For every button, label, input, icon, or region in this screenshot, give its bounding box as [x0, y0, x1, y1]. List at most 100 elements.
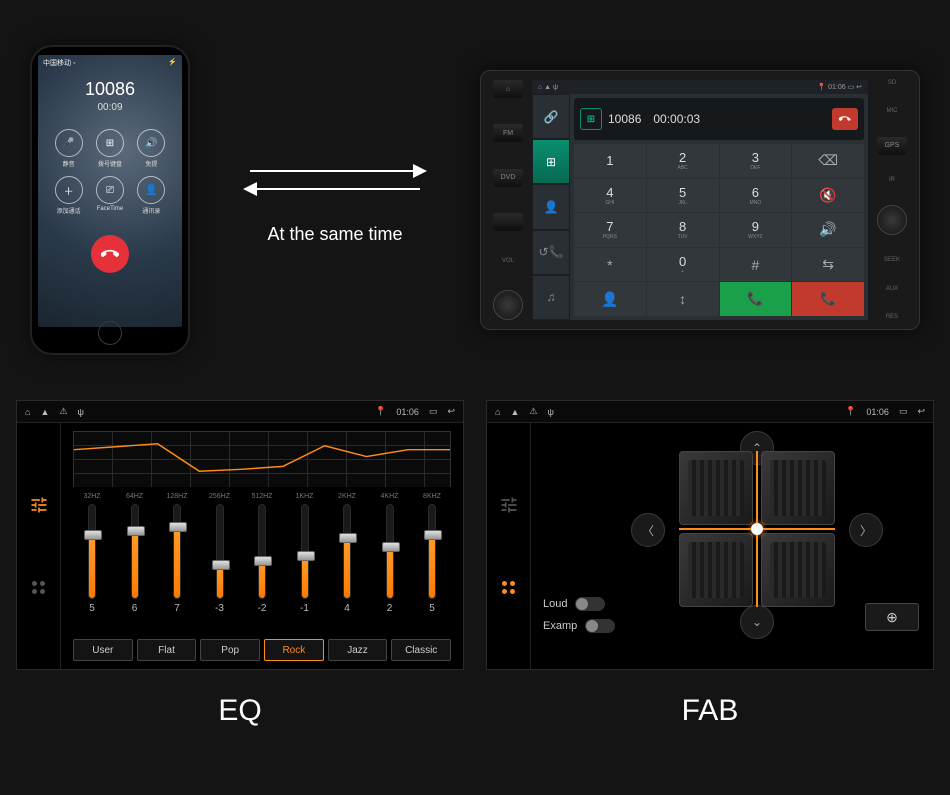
phone-add-call-button[interactable]: ＋ [55, 176, 83, 204]
hu-fm-button[interactable]: FM [493, 124, 523, 142]
fab-device: ⌂ ▲ ⚠ ψ 📍 01:06 ▭ ↩ [486, 400, 934, 670]
eq-slider-0[interactable] [88, 504, 96, 599]
hu-dvd-button[interactable]: DVD [493, 169, 523, 187]
hu-key-15[interactable]: ⇆ [792, 248, 864, 282]
hu-call-display: ⊞ 10086 00:00:03 [574, 98, 864, 140]
hu-key-16[interactable]: 👤 [574, 282, 646, 316]
warning-icon: ⚠ [529, 406, 537, 417]
eq-slider-8[interactable] [428, 504, 436, 599]
hu-key-11[interactable]: 🔊 [792, 213, 864, 247]
phone-facetime-button[interactable]: ⎚ [96, 176, 124, 204]
eq-slider-6[interactable] [343, 504, 351, 599]
hu-key-8[interactable]: 7PQRS [574, 213, 646, 247]
hu-nav-link[interactable]: 🔗 [532, 94, 570, 139]
hu-blank-button[interactable] [493, 213, 523, 231]
hu-display-hangup-button[interactable] [832, 108, 858, 130]
eq-preset-pop[interactable]: Pop [200, 639, 260, 661]
fab-loud-label: Loud [543, 598, 567, 610]
fab-down-button[interactable]: ⌄ [740, 605, 774, 639]
hu-vol-label: VOL [502, 258, 514, 264]
eq-freq-label: 32HZ [83, 493, 100, 500]
up-icon: ▲ [510, 407, 519, 417]
fab-seat-grid[interactable] [679, 451, 835, 607]
sync-arrows-icon [225, 156, 445, 206]
fab-center-button[interactable]: ⊕ [865, 603, 919, 631]
eq-preset-jazz[interactable]: Jazz [328, 639, 388, 661]
hu-seek-knob[interactable] [877, 205, 907, 235]
eq-slider-2[interactable] [173, 504, 181, 599]
hu-key-14[interactable]: # [720, 248, 792, 282]
hu-key-1[interactable]: 2ABC [647, 144, 719, 178]
fab-balance-point[interactable] [751, 523, 763, 535]
eq-value: 2 [387, 603, 393, 614]
fab-examp-toggle[interactable] [585, 619, 615, 633]
home-icon[interactable]: ⌂ [495, 407, 500, 417]
hu-key-5[interactable]: 5JKL [647, 179, 719, 213]
hu-status-bar: ⌂ ▲ ψ 📍 01:06 ▭ ↩ [532, 80, 868, 94]
phone-end-call-button[interactable] [91, 235, 129, 273]
phone-speaker-button[interactable]: 🔊 [137, 129, 165, 157]
hu-key-10[interactable]: 9WXYZ [720, 213, 792, 247]
eq-value: 5 [89, 603, 95, 614]
eq-slider-5[interactable] [301, 504, 309, 599]
fab-grid-tab[interactable] [498, 577, 520, 599]
hu-key-19[interactable]: 📞 [792, 282, 864, 316]
eq-preset-rock[interactable]: Rock [264, 639, 324, 661]
eq-preset-user[interactable]: User [73, 639, 133, 661]
hu-key-2[interactable]: 3DEF [720, 144, 792, 178]
eq-freq-label: 2KHZ [338, 493, 356, 500]
back-icon[interactable]: ↩ [447, 406, 455, 417]
hu-nav-contacts[interactable]: 👤 [532, 184, 570, 229]
eq-slider-4[interactable] [258, 504, 266, 599]
eq-value: 4 [344, 603, 350, 614]
hu-key-17[interactable]: ↕ [647, 282, 719, 316]
fab-loud-toggle[interactable] [575, 597, 605, 611]
eq-curve-graph [73, 431, 451, 487]
eq-freq-label: 128HZ [166, 493, 187, 500]
eq-preset-flat[interactable]: Flat [137, 639, 197, 661]
phone-keypad-button[interactable]: ⊞ [96, 129, 124, 157]
usb-icon: ψ [77, 407, 83, 417]
hu-nav-history[interactable]: ↺📞 [532, 230, 570, 275]
back-icon[interactable]: ↩ [917, 406, 925, 417]
eq-grid-tab[interactable] [28, 577, 50, 599]
hu-key-3[interactable]: ⌫ [792, 144, 864, 178]
hu-key-9[interactable]: 8TUV [647, 213, 719, 247]
phone-battery-icon: ⚡ [168, 58, 177, 68]
smartphone: 中国移动 ◦ ⚡ 10086 00:09 🎤静音 ⊞拨号键盘 🔊免提 ＋添加通话… [30, 45, 190, 355]
eq-freq-label: 1KHZ [296, 493, 314, 500]
eq-freq-label: 512HZ [251, 493, 272, 500]
fab-seat-front-right [761, 451, 835, 525]
phone-duration: 00:09 [38, 102, 182, 113]
fab-sliders-tab[interactable] [498, 494, 520, 516]
hu-key-7[interactable]: 🔇 [792, 179, 864, 213]
eq-slider-7[interactable] [386, 504, 394, 599]
hu-nav-dialer[interactable]: ⊞ [532, 139, 570, 184]
location-icon: 📍 [845, 406, 856, 417]
hu-nav-music[interactable]: ♫ [532, 275, 570, 320]
hu-key-18[interactable]: 📞 [720, 282, 792, 316]
warning-icon: ⚠ [59, 406, 67, 417]
fab-left-button[interactable]: 〈 [631, 513, 665, 547]
hu-key-6[interactable]: 6MNO [720, 179, 792, 213]
hu-key-4[interactable]: 4GHI [574, 179, 646, 213]
hu-key-0[interactable]: 1 [574, 144, 646, 178]
fab-clock: 01:06 [866, 407, 889, 417]
fab-right-button[interactable]: 〉 [849, 513, 883, 547]
eq-sliders-tab[interactable] [28, 494, 50, 516]
home-icon[interactable]: ⌂ [25, 407, 30, 417]
hu-volume-knob[interactable] [493, 290, 523, 320]
eq-slider-1[interactable] [131, 504, 139, 599]
phone-contacts-button[interactable]: 👤 [137, 176, 165, 204]
eq-freq-label: 64HZ [126, 493, 143, 500]
eq-value: -3 [215, 603, 224, 614]
eq-preset-classic[interactable]: Classic [391, 639, 451, 661]
hu-home-button[interactable]: ⌂ [493, 80, 523, 98]
window-icon[interactable]: ▭ [899, 406, 908, 417]
hu-key-13[interactable]: 0+ [647, 248, 719, 282]
eq-slider-3[interactable] [216, 504, 224, 599]
hu-gps-button[interactable]: GPS [877, 137, 907, 155]
hu-key-12[interactable]: * [574, 248, 646, 282]
phone-mute-button[interactable]: 🎤 [55, 129, 83, 157]
window-icon[interactable]: ▭ [429, 406, 438, 417]
